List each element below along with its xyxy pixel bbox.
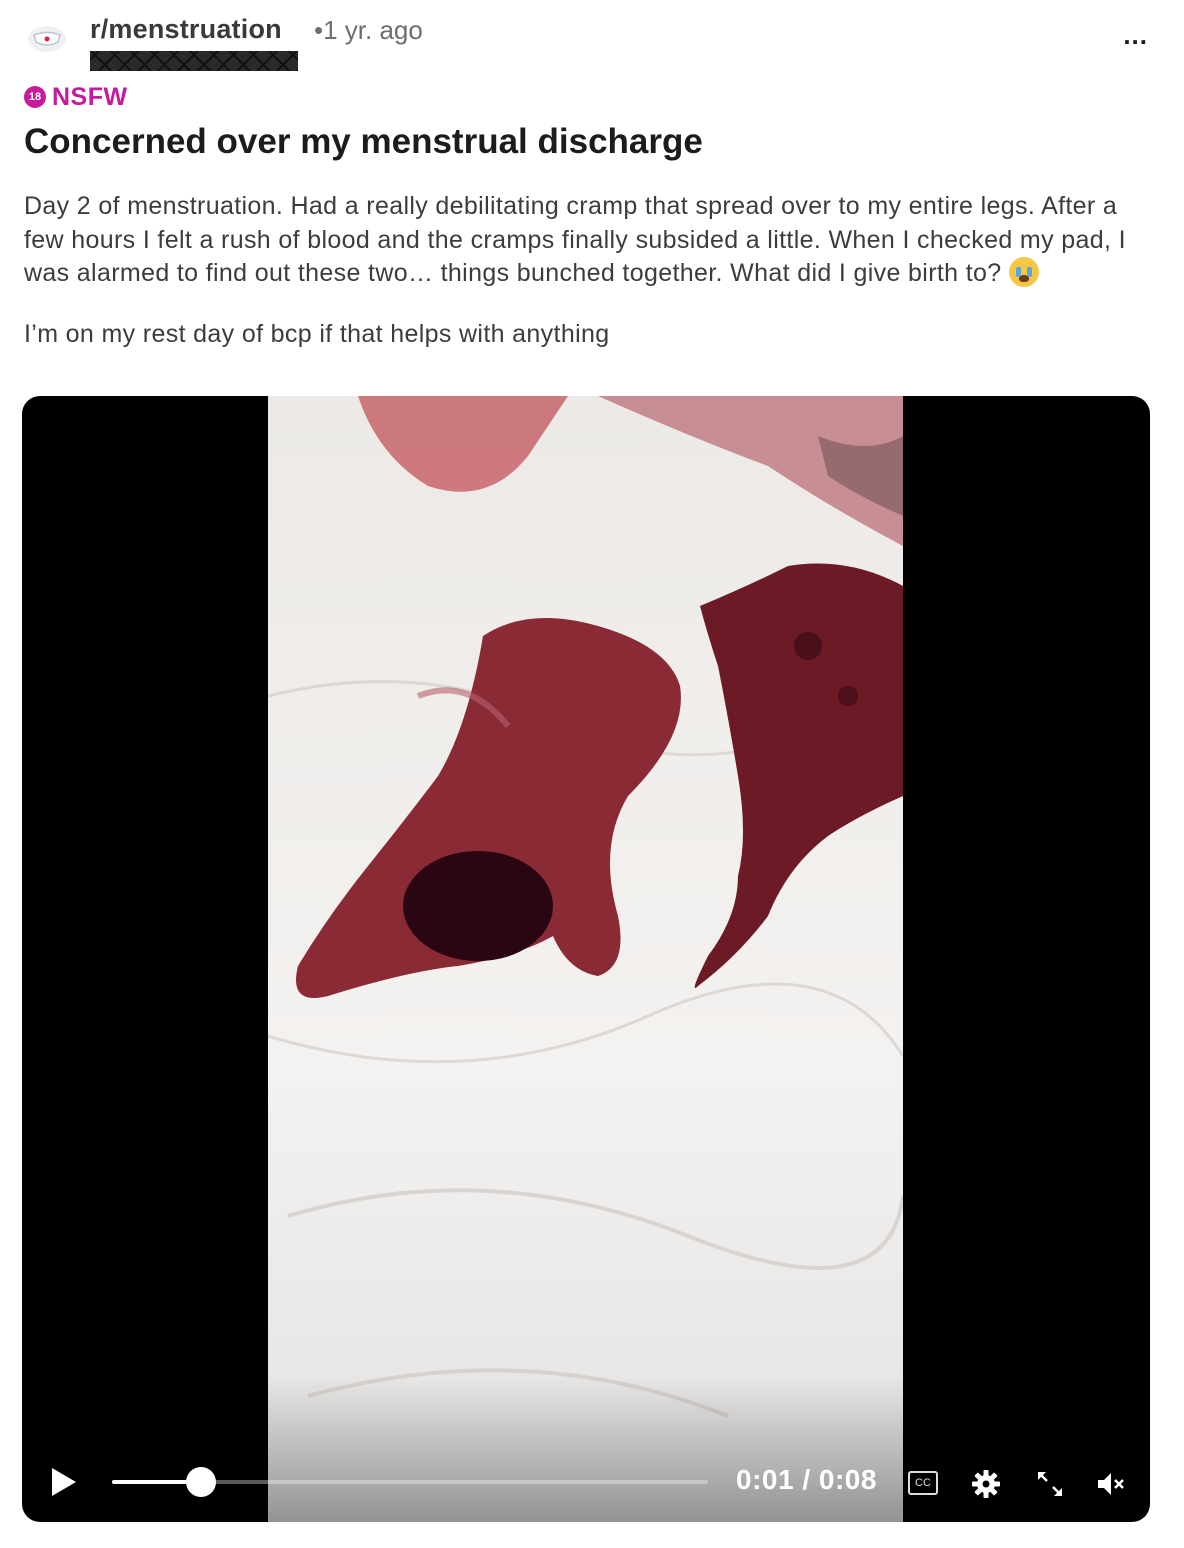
post-body: Day 2 of menstruation. Had a really debi… <box>24 190 1154 378</box>
subreddit-avatar-icon[interactable] <box>28 26 66 52</box>
expand-icon[interactable] <box>1034 1468 1066 1500</box>
closed-captions-icon[interactable]: CC <box>908 1471 938 1495</box>
nsfw-label: NSFW <box>52 82 128 111</box>
video-frame-image <box>268 396 903 1522</box>
video-controls: 0:01 / 0:08 CC <box>22 1412 1150 1522</box>
post-body-paragraph: I’m on my rest day of bcp if that helps … <box>24 319 610 348</box>
post-body-paragraph: Day 2 of menstruation. Had a really debi… <box>24 190 1154 291</box>
post-header: r/menstruation •1 yr. ago ... <box>24 12 1160 72</box>
post-age: •1 yr. ago <box>314 15 423 45</box>
more-options-button[interactable]: ... <box>1123 20 1148 51</box>
video-progress-bar[interactable] <box>112 1467 708 1497</box>
muted-speaker-icon[interactable] <box>1094 1468 1126 1500</box>
post-body-text-1: Day 2 of menstruation. Had a really debi… <box>24 192 1126 287</box>
redacted-username <box>90 51 298 71</box>
subreddit-name[interactable]: r/menstruation <box>90 14 282 45</box>
nsfw-18-icon: 18 <box>24 86 46 108</box>
video-scrubber-handle[interactable] <box>186 1467 216 1497</box>
nsfw-tag: 18 NSFW <box>24 82 128 112</box>
play-icon[interactable] <box>50 1466 78 1498</box>
loudly-crying-face-emoji-icon <box>1008 257 1039 287</box>
post-title[interactable]: Concerned over my menstrual discharge <box>24 120 1154 164</box>
video-player[interactable]: 0:01 / 0:08 CC <box>22 396 1150 1522</box>
video-frame[interactable] <box>268 396 903 1522</box>
gear-icon[interactable] <box>970 1468 1002 1500</box>
video-time-display: 0:01 / 0:08 <box>736 1464 877 1495</box>
